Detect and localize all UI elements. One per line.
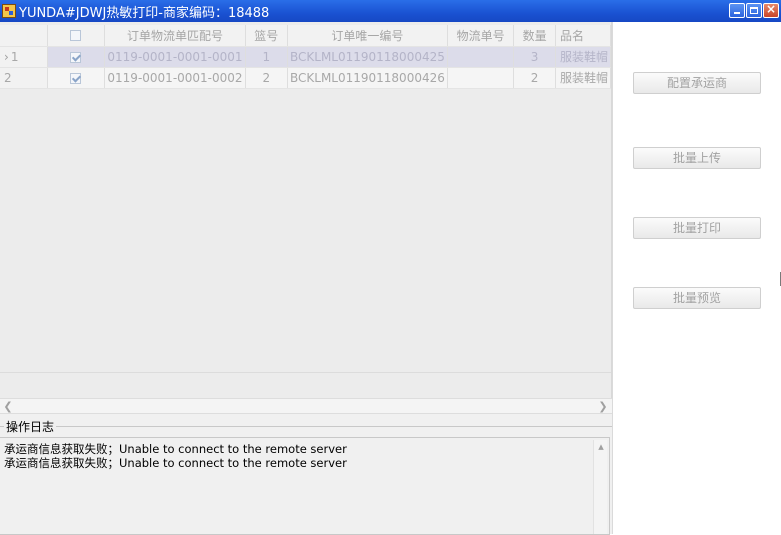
app-icon[interactable] <box>2 4 16 18</box>
vertical-scrollbar[interactable]: ▴ <box>593 440 607 534</box>
log-lines: 承运商信息获取失败；Unable to connect to the remot… <box>4 442 347 470</box>
row-number: 2 <box>4 70 12 85</box>
cell-name[interactable]: 服装鞋帽 <box>555 67 612 89</box>
table-row[interactable]: › 1 0119-0001-0001-0001 1 BCKLML011901180… <box>0 46 612 68</box>
window-controls: × <box>729 2 779 18</box>
select-all-header[interactable] <box>47 25 106 47</box>
cell-box-no[interactable]: 2 <box>245 67 288 89</box>
table-row[interactable]: 2 0119-0001-0001-0002 2 BCKLML0119011800… <box>0 67 612 89</box>
column-header-box-no[interactable]: 篮号 <box>245 25 288 47</box>
batch-upload-button[interactable]: 批量上传 <box>633 147 761 169</box>
operation-log-title: 操作日志 <box>4 418 57 435</box>
operation-log-textbox[interactable]: 承运商信息获取失败；Unable to connect to the remot… <box>0 437 610 535</box>
close-icon: × <box>765 2 777 16</box>
cell-logistics-no[interactable] <box>447 67 515 89</box>
minimize-icon <box>734 12 740 14</box>
row-select-cell[interactable] <box>47 67 106 89</box>
batch-preview-button[interactable]: 批量预览 <box>633 287 761 309</box>
batch-print-button[interactable]: 批量打印 <box>633 217 761 239</box>
column-header-order-no[interactable]: 订单唯一编号 <box>287 25 448 47</box>
close-button[interactable]: × <box>763 2 779 18</box>
horizontal-scrollbar[interactable]: ❮ ❯ <box>0 398 612 414</box>
grid-divider <box>0 372 611 373</box>
cell-logistics-no[interactable] <box>447 46 515 68</box>
cell-qty[interactable]: 2 <box>513 67 556 89</box>
select-all-checkbox[interactable] <box>70 30 82 42</box>
row-checkbox[interactable] <box>70 72 82 84</box>
chevron-left-icon[interactable]: ❮ <box>1 400 15 413</box>
row-header[interactable]: 2 <box>0 67 48 89</box>
action-panel: 配置承运商 批量上传 批量打印 批量预览 <box>612 22 781 534</box>
title-bar[interactable]: YUNDA#JDWJ热敏打印-商家编码：18488 × <box>0 0 781 22</box>
cell-order-no[interactable]: BCKLML01190118000426 <box>287 67 448 89</box>
order-grid[interactable]: 订单物流单匹配号 篮号 订单唯一编号 物流单号 数量 品名 › 1 0119-00… <box>0 22 612 414</box>
minimize-button[interactable] <box>729 3 745 18</box>
operation-log-group: 操作日志 承运商信息获取失败；Unable to connect to the … <box>0 418 612 535</box>
cell-match-no[interactable]: 0119-0001-0001-0002 <box>104 67 246 89</box>
cell-box-no[interactable]: 1 <box>245 46 288 68</box>
row-checkbox[interactable] <box>70 51 82 63</box>
maximize-button[interactable] <box>746 3 762 18</box>
chevron-up-icon[interactable]: ▴ <box>594 440 608 453</box>
column-header-qty[interactable]: 数量 <box>513 25 556 47</box>
chevron-right-icon[interactable]: ❯ <box>596 400 610 413</box>
row-select-cell[interactable] <box>47 46 106 68</box>
log-line: 承运商信息获取失败；Unable to connect to the remot… <box>4 456 347 470</box>
cell-match-no[interactable]: 0119-0001-0001-0001 <box>104 46 246 68</box>
order-table: 订单物流单匹配号 篮号 订单唯一编号 物流单号 数量 品名 › 1 0119-00… <box>0 25 612 89</box>
column-header-match-no[interactable]: 订单物流单匹配号 <box>104 25 246 47</box>
maximize-icon <box>750 7 758 14</box>
cell-order-no[interactable]: BCKLML01190118000425 <box>287 46 448 68</box>
table-header-row: 订单物流单匹配号 篮号 订单唯一编号 物流单号 数量 品名 <box>0 25 612 47</box>
main-panel: 订单物流单匹配号 篮号 订单唯一编号 物流单号 数量 品名 › 1 0119-00… <box>0 22 612 535</box>
window-title: YUNDA#JDWJ热敏打印-商家编码：18488 <box>19 5 270 21</box>
current-row-icon: › <box>4 49 9 64</box>
row-number: 1 <box>10 49 19 64</box>
log-line: 承运商信息获取失败；Unable to connect to the remot… <box>4 442 347 456</box>
column-header-logistics-no[interactable]: 物流单号 <box>447 25 515 47</box>
row-header[interactable]: › 1 <box>0 46 48 68</box>
config-carrier-button[interactable]: 配置承运商 <box>633 72 761 94</box>
column-header-name[interactable]: 品名 <box>555 25 612 47</box>
cell-qty[interactable]: 3 <box>513 46 556 68</box>
cell-name[interactable]: 服装鞋帽 <box>555 46 612 68</box>
row-header-corner <box>0 25 48 47</box>
